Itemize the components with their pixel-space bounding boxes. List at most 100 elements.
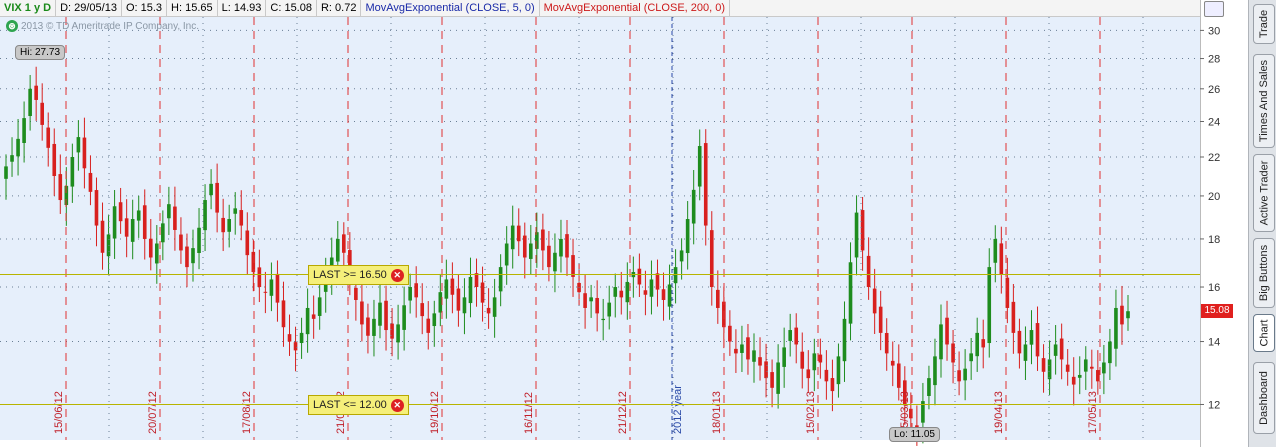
candle-body	[299, 332, 304, 344]
year-label: 2012 year	[672, 385, 684, 434]
candle-body	[40, 102, 45, 125]
candle-body	[878, 306, 883, 333]
candle-body	[715, 289, 720, 308]
alert-upper-label: LAST >= 16.50	[313, 269, 387, 282]
candle-body	[939, 324, 943, 360]
candle-body	[553, 252, 557, 272]
candle-body	[474, 273, 479, 288]
candle-body	[1017, 330, 1022, 354]
candle-body	[667, 284, 672, 307]
candle-body	[625, 281, 630, 303]
candle-body	[384, 300, 388, 331]
candle-body	[468, 276, 473, 304]
candle-body	[685, 219, 690, 254]
candle-body	[734, 348, 738, 354]
candle-body	[161, 223, 165, 243]
candle-body	[933, 356, 937, 386]
candle-body	[866, 255, 871, 288]
candle-body	[76, 137, 81, 153]
candle-body	[510, 225, 515, 250]
remove-alert-icon[interactable]: ✕	[390, 268, 404, 282]
candle-body	[251, 251, 256, 272]
candle-body	[770, 372, 774, 388]
candle-body	[854, 212, 859, 258]
candle-body	[408, 287, 412, 301]
candle-body	[341, 234, 346, 253]
candle-body	[221, 217, 225, 233]
candle-body	[1065, 364, 1070, 372]
candle-body	[522, 235, 527, 258]
date-label: 15/02/13	[805, 391, 817, 434]
candle-body	[571, 255, 575, 277]
candle-body	[148, 238, 153, 258]
date-label: 20/07/12	[147, 391, 159, 434]
low-bubble: Lo: 11.05	[889, 427, 940, 442]
candle-body	[498, 267, 503, 292]
candle-body	[806, 369, 811, 379]
candle-body	[317, 297, 322, 316]
candle-body	[679, 250, 684, 262]
date-label: 18/01/13	[711, 391, 723, 434]
candle-body	[130, 219, 135, 242]
candle-body	[619, 290, 624, 298]
tab-chart[interactable]: Chart	[1253, 314, 1275, 352]
candle-body	[1011, 301, 1016, 333]
candle-body	[890, 360, 895, 366]
candle-body	[528, 243, 533, 259]
candle-body	[450, 278, 455, 295]
alert-lower-label: LAST <= 12.00	[313, 399, 387, 412]
candle-body	[1047, 359, 1052, 380]
tab-dashboard[interactable]: Dashboard	[1253, 362, 1275, 434]
candle-body	[269, 279, 274, 296]
alert-lower[interactable]: LAST <= 12.00 ✕	[308, 395, 409, 416]
candle-body	[1102, 362, 1106, 374]
candle-body	[112, 206, 117, 239]
candle-body	[227, 219, 232, 232]
price-tick-label: 28	[1208, 54, 1220, 66]
candle-body	[167, 204, 171, 219]
alert-upper[interactable]: LAST >= 16.50 ✕	[308, 265, 409, 286]
candle-body	[516, 225, 521, 242]
candle-body	[637, 268, 642, 285]
candle-body	[583, 293, 587, 308]
candle-body	[975, 332, 980, 357]
high-bubble: Hi: 27.73	[15, 45, 66, 60]
candle-body	[52, 143, 57, 177]
candle-body	[34, 85, 38, 100]
candle-body	[1108, 341, 1112, 364]
candle-body	[444, 279, 449, 299]
price-tick-label: 20	[1208, 191, 1220, 203]
candle-body	[999, 243, 1004, 275]
candle-body	[311, 314, 316, 319]
remove-alert-icon[interactable]: ✕	[390, 398, 404, 412]
candle-body	[764, 361, 768, 379]
price-chart[interactable]: 15/06/1220/07/1217/08/1221/09/1219/10/12…	[0, 0, 1200, 447]
tab-active-trader[interactable]: Active Trader	[1253, 154, 1275, 232]
candle-body	[963, 368, 967, 381]
candle-body	[860, 210, 865, 251]
watermark: ⊛ 2013 © TD Ameritrade IP Company, Inc.	[6, 20, 199, 32]
candle-body	[94, 190, 99, 226]
candle-body	[287, 334, 292, 342]
candle-body	[927, 378, 931, 397]
candle-body	[776, 362, 780, 394]
candle-body	[136, 210, 141, 221]
candle-body	[28, 88, 32, 117]
candle-body	[565, 234, 569, 258]
candle-body	[848, 262, 853, 324]
candle-body	[82, 137, 87, 169]
candle-body	[275, 273, 280, 303]
candle-body	[173, 206, 177, 230]
candle-body	[993, 238, 998, 263]
tab-big-buttons[interactable]: Big Buttons	[1253, 238, 1275, 308]
candle-body	[1083, 359, 1088, 372]
candle-body	[1071, 376, 1076, 385]
candle-body	[257, 267, 262, 288]
candle-body	[1035, 323, 1040, 357]
tab-times-and-sales[interactable]: Times And Sales	[1253, 54, 1275, 148]
candle-body	[390, 323, 394, 339]
candle-body	[372, 318, 376, 336]
date-label: 19/04/13	[993, 391, 1005, 434]
tab-trade[interactable]: Trade	[1253, 4, 1275, 44]
candle-body	[4, 166, 8, 179]
